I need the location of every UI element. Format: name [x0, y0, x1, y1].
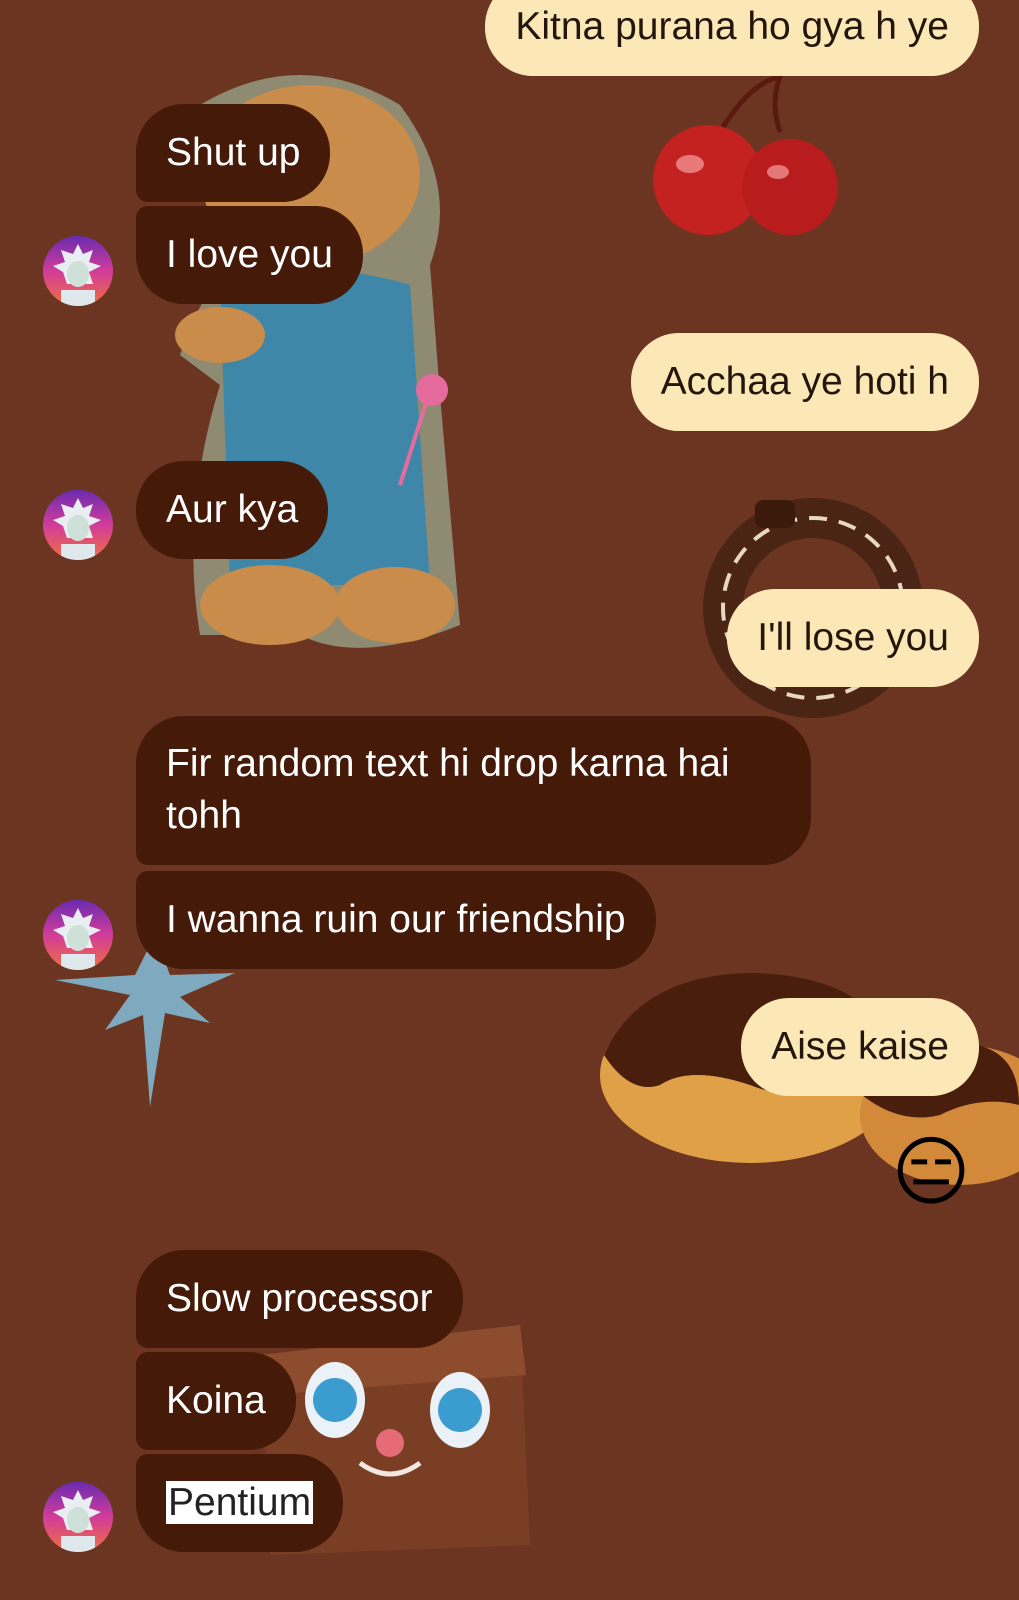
incoming-message[interactable]: Fir random text hi drop karna hai tohh [136, 716, 811, 865]
expressionless-face-emoji: 😑 [891, 1127, 971, 1216]
sender-avatar[interactable] [43, 900, 113, 970]
message-text: Aise kaise [771, 1025, 949, 1068]
outgoing-message[interactable]: Kitna purana ho gya h ye [485, 0, 979, 76]
message-text: Aur kya [166, 488, 299, 531]
message-text: Koina [166, 1379, 266, 1422]
sender-avatar[interactable] [43, 490, 113, 560]
outgoing-message[interactable]: Aise kaise [741, 998, 979, 1096]
cartoon-scientist-avatar-icon [43, 1482, 113, 1552]
message-text: I love you [166, 233, 333, 276]
outgoing-message[interactable]: Acchaa ye hoti h [630, 333, 979, 431]
message-text: Shut up [166, 131, 301, 174]
incoming-message[interactable]: Slow processor [136, 1250, 463, 1348]
chat-thread[interactable]: Kitna purana ho gya h ye Shut up I love … [0, 0, 1019, 1600]
sender-avatar[interactable] [43, 1482, 113, 1552]
cartoon-scientist-avatar-icon [43, 236, 113, 306]
message-text: I wanna ruin our friendship [166, 898, 626, 941]
message-text: Acchaa ye hoti h [660, 360, 949, 403]
message-text: Kitna purana ho gya h ye [515, 5, 949, 48]
outgoing-emoji-message[interactable]: 😑 [887, 1128, 975, 1216]
cartoon-scientist-avatar-icon [43, 490, 113, 560]
incoming-message[interactable]: Aur kya [136, 461, 329, 559]
cartoon-scientist-avatar-icon [43, 900, 113, 970]
message-text: I'll lose you [757, 616, 949, 659]
message-text: Slow processor [166, 1277, 433, 1320]
selected-message-text[interactable]: Pentium [166, 1481, 314, 1524]
outgoing-message[interactable]: I'll lose you [727, 589, 979, 687]
incoming-message[interactable]: Shut up [136, 104, 331, 202]
message-text: Fir random text hi drop karna hai tohh [166, 742, 730, 837]
incoming-message[interactable]: I wanna ruin our friendship [136, 871, 656, 969]
incoming-message[interactable]: Koina [136, 1352, 296, 1450]
cherries-sticker [653, 73, 838, 235]
sender-avatar[interactable] [43, 236, 113, 306]
incoming-message[interactable]: I love you [136, 206, 363, 304]
incoming-message[interactable]: Pentium [136, 1454, 344, 1552]
